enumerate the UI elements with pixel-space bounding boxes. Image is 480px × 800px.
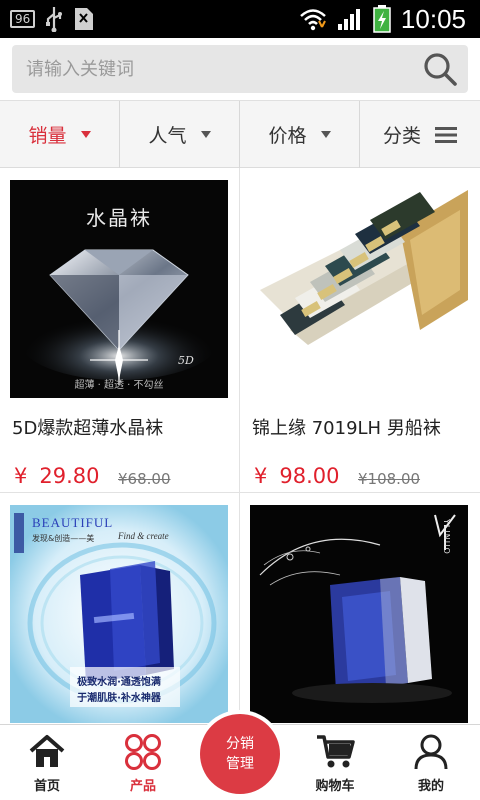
notification-badge: 96: [10, 10, 36, 28]
distribution-management-circle: 分销 管理: [200, 714, 280, 794]
search-bar: [0, 38, 480, 100]
original-price: ¥108.00: [358, 470, 421, 488]
brand-vertical: [14, 513, 24, 553]
sort-price-label: 价格: [268, 125, 307, 147]
image-caption: 极致水润·通透饱满: [77, 677, 161, 688]
nav-mine[interactable]: 我的: [386, 725, 476, 800]
status-right: 10:05: [299, 0, 466, 38]
sort-sales-tab[interactable]: 销量: [0, 101, 120, 168]
product-card[interactable]: YLINUO: [240, 493, 480, 724]
product-price: ¥98.00: [254, 464, 340, 488]
search-icon[interactable]: [422, 51, 458, 87]
app-screen: 96 10:05 请输入关键词 销量 人气 价格 分类 水晶袜 5D 超薄 · …: [0, 0, 480, 800]
image-headline: 水晶袜: [86, 206, 152, 230]
product-grid-icon: [125, 734, 161, 770]
original-price: ¥68.00: [118, 470, 171, 488]
product-card[interactable]: 水晶袜 5D 超薄 · 超透 · 不勾丝 5D爆款超薄水晶袜 ¥29.80 ¥6…: [0, 168, 240, 493]
sort-popularity-tab[interactable]: 人气: [120, 101, 240, 168]
status-left: 96: [0, 0, 95, 38]
home-icon: [29, 735, 65, 767]
product-card[interactable]: 锦上缘 7019LH 男船袜 ¥98.00 ¥108.00: [240, 168, 480, 493]
category-tab[interactable]: 分类: [360, 101, 480, 168]
image-caption: 超薄 · 超透 · 不勾丝: [74, 380, 164, 391]
brand-logo: YLINUO: [442, 519, 451, 555]
dropdown-arrow-icon: [80, 131, 91, 138]
image-headline: BEAUTIFUL: [32, 515, 114, 530]
currency-symbol: ¥: [14, 464, 28, 488]
currency-symbol: ¥: [254, 464, 268, 488]
sort-sales-label: 销量: [28, 125, 67, 147]
image-caption-2: 于潮肌肤·补水神器: [77, 693, 161, 704]
dropdown-arrow-icon: [200, 131, 211, 138]
nav-products[interactable]: 产品: [98, 725, 188, 800]
product-card[interactable]: BEAUTIFUL 发现&创造——美 Find & create 极致水润·通透…: [0, 493, 240, 724]
nav-home-label: 首页: [33, 779, 60, 794]
nav-products-label: 产品: [129, 779, 156, 794]
center-label-line1: 分销: [226, 736, 254, 752]
image-mark: 5D: [178, 354, 194, 367]
product-image[interactable]: YLINUO: [250, 505, 468, 723]
category-label: 分类: [382, 125, 421, 147]
menu-icon: [435, 126, 457, 143]
image-subline: 发现&创造——美: [32, 534, 95, 543]
user-icon: [414, 734, 448, 770]
image-subline-en: Find & create: [118, 531, 169, 541]
product-name[interactable]: 锦上缘 7019LH 男船袜: [252, 414, 441, 440]
product-name[interactable]: 5D爆款超薄水晶袜: [12, 414, 163, 440]
dropdown-arrow-icon: [320, 131, 331, 138]
price-value: 29.80: [39, 464, 100, 488]
search-box[interactable]: [12, 45, 468, 93]
product-image[interactable]: 水晶袜 5D 超薄 · 超透 · 不勾丝: [10, 180, 228, 398]
nav-cart[interactable]: 购物车: [290, 725, 380, 800]
distribution-management-button[interactable]: 分销 管理: [196, 710, 284, 798]
nav-mine-label: 我的: [417, 779, 444, 794]
document-icon: [75, 8, 94, 30]
nav-cart-label: 购物车: [315, 779, 355, 794]
product-grid: 水晶袜 5D 超薄 · 超透 · 不勾丝 5D爆款超薄水晶袜 ¥29.80 ¥6…: [0, 168, 480, 724]
clock: 10:05: [400, 3, 466, 34]
wifi-icon: [300, 9, 326, 31]
sort-popularity-label: 人气: [148, 125, 187, 147]
usb-icon: [46, 7, 63, 32]
nav-home[interactable]: 首页: [2, 725, 92, 800]
product-price: ¥29.80: [14, 464, 100, 488]
sort-filter-bar: 销量 人气 价格 分类: [0, 100, 480, 168]
sort-price-tab[interactable]: 价格: [240, 101, 360, 168]
status-bar: 96 10:05: [0, 0, 480, 38]
product-image[interactable]: BEAUTIFUL 发现&创造——美 Find & create 极致水润·通透…: [10, 505, 228, 723]
search-input[interactable]: [26, 45, 406, 93]
battery-icon: [373, 5, 391, 33]
center-label-line2: 管理: [226, 756, 254, 772]
cart-icon: [317, 735, 355, 768]
price-value: 98.00: [279, 464, 340, 488]
signal-icon: [337, 9, 360, 30]
product-image[interactable]: [250, 180, 468, 398]
